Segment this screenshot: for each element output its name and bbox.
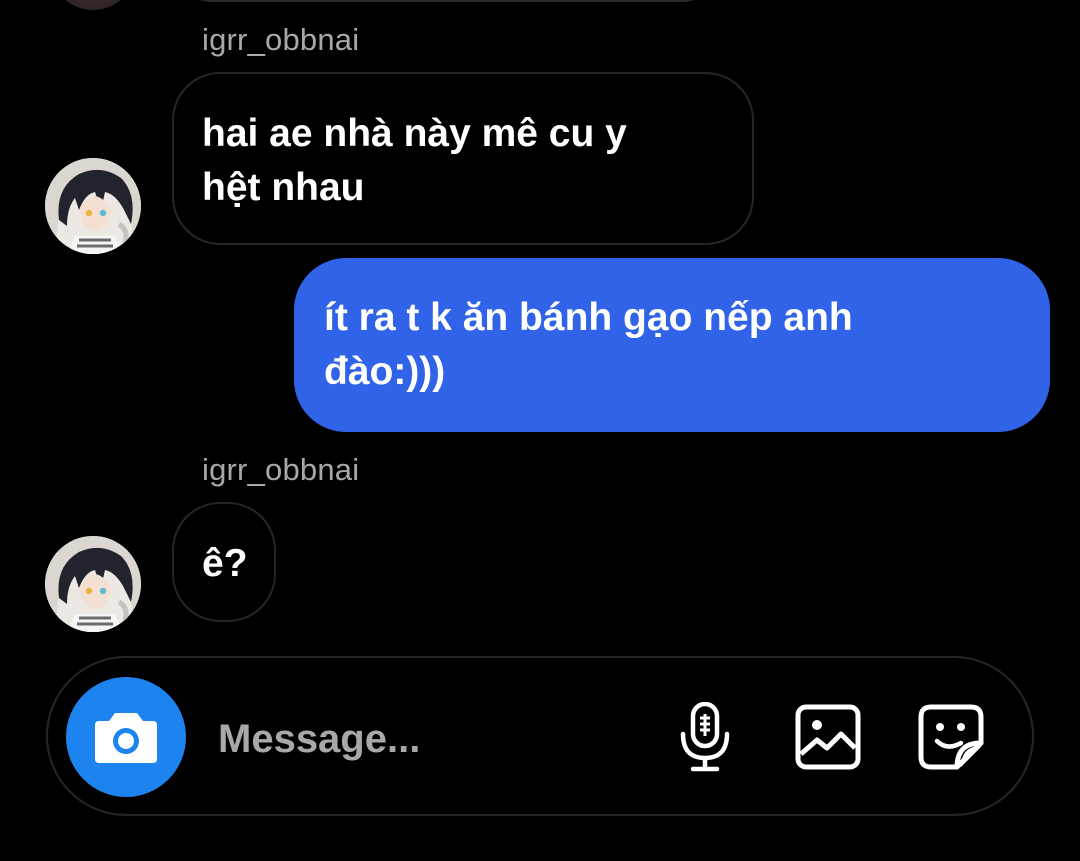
message-text-line: hai ae nhà này mê cu y (202, 112, 627, 155)
sticker-button[interactable] (916, 702, 986, 772)
message-bubble-partial[interactable] (172, 0, 722, 2)
message-text-line: đào:))) (324, 350, 446, 393)
gallery-button[interactable] (793, 702, 863, 772)
sticker-icon (917, 703, 985, 771)
voice-message-button[interactable] (670, 702, 740, 772)
sender-name: igrr_obbnai (202, 452, 360, 487)
message-text-line: ê? (202, 542, 248, 585)
message-text-line: ít ra t k ăn bánh gạo nếp anh (324, 296, 853, 339)
avatar[interactable] (45, 536, 141, 632)
camera-button[interactable] (66, 677, 186, 797)
message-input[interactable] (218, 709, 638, 769)
gallery-icon (795, 704, 861, 770)
chat-screen: igrr_obbnai hai ae nhà này mê cu y hệt n… (0, 0, 1080, 861)
incoming-message-bubble[interactable]: ê? (172, 502, 276, 622)
camera-icon (93, 709, 159, 765)
sender-name: igrr_obbnai (202, 22, 360, 57)
avatar-partial[interactable] (50, 0, 136, 10)
avatar[interactable] (45, 158, 141, 254)
message-text-line: hệt nhau (202, 166, 365, 209)
incoming-message-bubble[interactable]: hai ae nhà này mê cu y hệt nhau (172, 72, 754, 245)
outgoing-message-bubble[interactable]: ít ra t k ăn bánh gạo nếp anh đào:))) (294, 258, 1050, 432)
microphone-icon (675, 702, 735, 772)
